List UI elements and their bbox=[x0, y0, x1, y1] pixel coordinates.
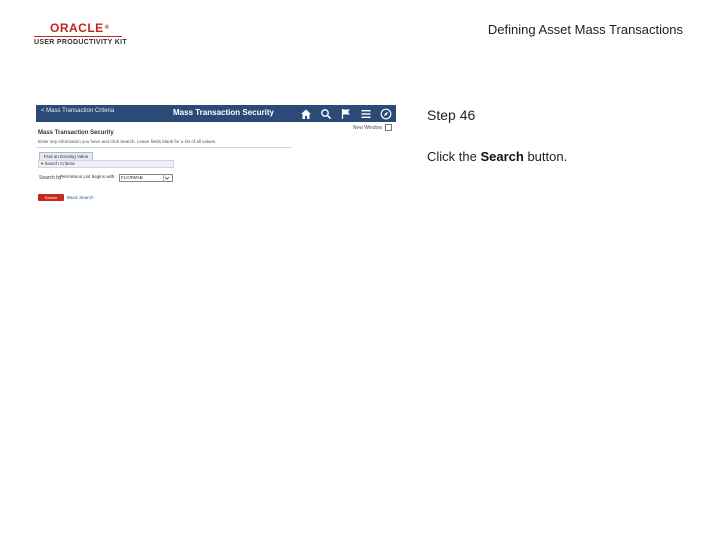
step-screenshot: < Mass Transaction Criteria Mass Transac… bbox=[36, 105, 396, 205]
oracle-upk-logo: ORACLE® USER PRODUCTIVITY KIT bbox=[34, 22, 127, 48]
tab-find-existing-value[interactable]: Find an Existing Value bbox=[39, 152, 93, 160]
instruction-suffix: button. bbox=[523, 149, 568, 164]
new-window-link[interactable]: New Window bbox=[353, 124, 392, 131]
chevron-down-icon[interactable] bbox=[163, 175, 170, 181]
flag-icon[interactable] bbox=[340, 108, 352, 120]
new-window-label: New Window bbox=[352, 124, 382, 131]
top-navbar: < Mass Transaction Criteria Mass Transac… bbox=[36, 105, 396, 122]
logo-brand: ORACLE® bbox=[50, 22, 110, 34]
navbar-icons bbox=[300, 107, 392, 120]
page-description: Enter any information you have and click… bbox=[38, 139, 217, 144]
new-window-icon bbox=[385, 124, 392, 131]
menu-icon[interactable] bbox=[360, 108, 372, 120]
logo-trademark: ® bbox=[104, 25, 110, 31]
logo-rule bbox=[34, 36, 122, 37]
step-number: Step 46 bbox=[427, 107, 476, 123]
logo-brand-text: ORACLE bbox=[50, 21, 104, 35]
search-button[interactable]: Search bbox=[38, 194, 64, 201]
search-icon[interactable] bbox=[320, 108, 332, 120]
instruction-target: Search bbox=[480, 149, 524, 164]
basic-search-link[interactable]: Basic Search bbox=[67, 195, 94, 200]
search-by-operator[interactable]: Permission List begins with bbox=[60, 174, 117, 180]
navbar-title: Mass Transaction Security bbox=[173, 108, 274, 117]
back-link[interactable]: < Mass Transaction Criteria bbox=[41, 108, 114, 114]
document-title: Defining Asset Mass Transactions bbox=[487, 22, 683, 37]
logo-subtitle: USER PRODUCTIVITY KIT bbox=[34, 39, 127, 46]
step-instruction: Click the Search button. bbox=[427, 149, 567, 164]
divider bbox=[36, 147, 292, 148]
home-icon[interactable] bbox=[300, 108, 312, 120]
search-criteria-toggle[interactable]: ▾ Search Criteria bbox=[38, 160, 174, 168]
compass-icon[interactable] bbox=[380, 108, 392, 120]
instruction-prefix: Click the bbox=[427, 149, 481, 164]
page-title: Mass Transaction Security bbox=[38, 130, 114, 136]
